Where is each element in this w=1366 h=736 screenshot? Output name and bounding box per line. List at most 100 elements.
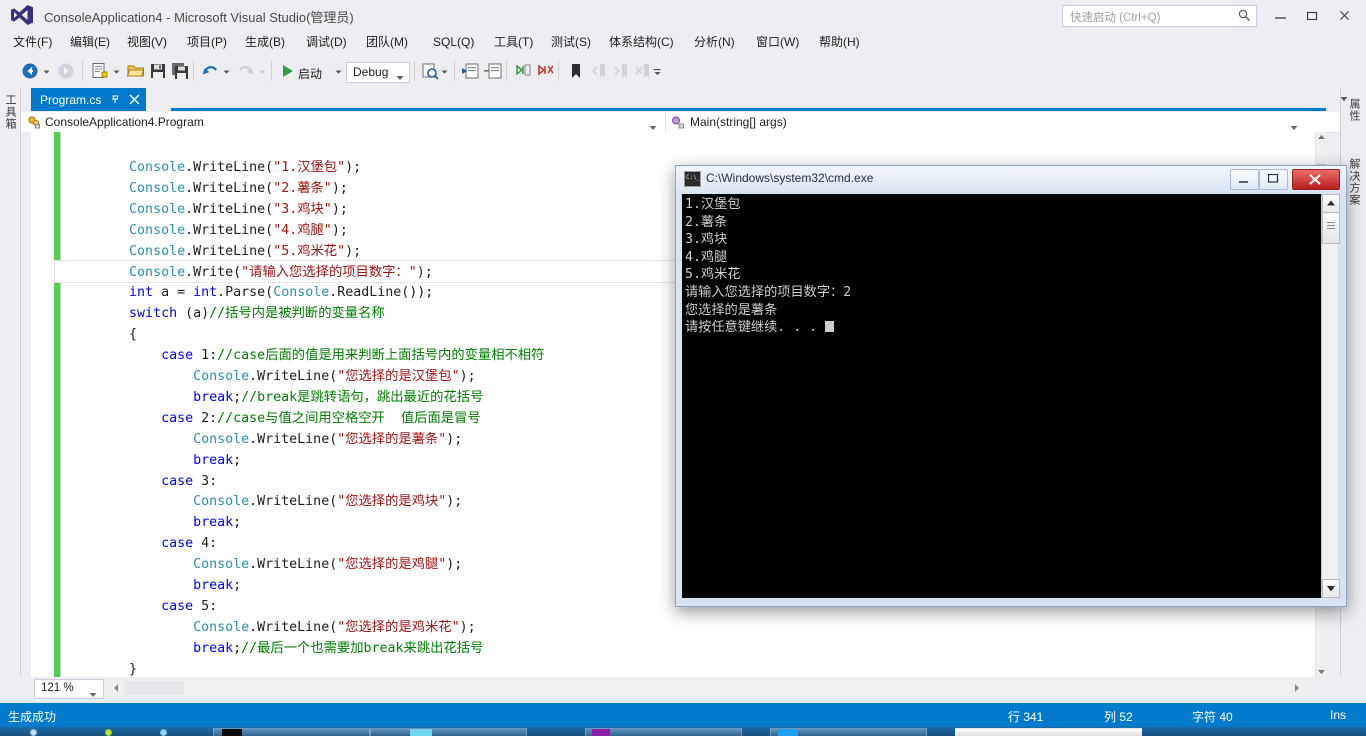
new-project-icon[interactable] (90, 61, 110, 81)
code-line[interactable]: Console.WriteLine("3.鸡块"); (65, 200, 348, 221)
code-line[interactable]: Console.WriteLine("您选择的是鸡米花"); (65, 618, 476, 639)
menu-item-build[interactable]: 生成(B) (240, 33, 290, 51)
open-file-icon[interactable] (126, 61, 146, 81)
undo-icon[interactable] (200, 61, 220, 81)
taskbar-pinned-icon-1[interactable] (105, 729, 112, 736)
code-line[interactable]: case 5: (65, 597, 217, 618)
menu-item-sql[interactable]: SQL(Q) (428, 33, 479, 51)
scroll-up-icon[interactable] (1322, 194, 1340, 213)
pin-icon[interactable] (110, 94, 121, 105)
code-line[interactable]: Console.WriteLine("1.汉堡包"); (65, 158, 361, 179)
code-line[interactable]: break;//最后一个也需要加break来跳出花括号 (65, 639, 483, 660)
menu-item-file[interactable]: 文件(F) (8, 33, 57, 51)
window-close-button[interactable] (1330, 4, 1358, 26)
menu-item-tools[interactable]: 工具(T) (489, 33, 538, 51)
toolbox-tab[interactable]: 工具箱 (2, 94, 18, 130)
code-line[interactable]: } (65, 660, 137, 677)
code-line[interactable]: int a = int.Parse(Console.ReadLine()); (65, 283, 433, 304)
document-tab-program-cs[interactable]: Program.cs (31, 88, 147, 111)
close-icon[interactable] (129, 94, 140, 105)
undo-dropdown-icon[interactable] (222, 67, 231, 76)
start-play-icon[interactable] (277, 61, 297, 81)
code-line[interactable]: Console.WriteLine("您选择的是薯条"); (65, 430, 462, 451)
solution-configuration-select[interactable]: Debug (346, 62, 410, 83)
scroll-right-icon[interactable] (1290, 680, 1304, 696)
menu-item-edit[interactable]: 编辑(E) (65, 33, 115, 51)
scroll-left-icon[interactable] (109, 680, 123, 696)
zoom-level-select[interactable]: 121 % (34, 679, 104, 699)
menu-item-help[interactable]: 帮助(H) (814, 33, 865, 51)
cmd-close-button[interactable] (1292, 169, 1340, 190)
menu-item-view[interactable]: 视图(V) (122, 33, 172, 51)
code-line[interactable]: Console.WriteLine("您选择的是汉堡包"); (65, 367, 476, 388)
code-line[interactable]: Console.WriteLine("您选择的是鸡腿"); (65, 555, 462, 576)
chevron-down-icon[interactable] (396, 70, 404, 84)
code-line[interactable]: Console.WriteLine("2.薯条"); (65, 179, 348, 200)
document-tab-label: Program.cs (40, 92, 102, 107)
horizontal-scroll-thumb[interactable] (124, 681, 184, 695)
code-line[interactable]: case 4: (65, 534, 217, 555)
tab-scroll-icon[interactable] (1339, 93, 1349, 107)
code-line[interactable]: Console.Write("请输入您选择的项目数字："); (65, 263, 433, 284)
scroll-down-icon[interactable] (1322, 579, 1340, 598)
menu-item-window[interactable]: 窗口(W) (751, 33, 804, 51)
indent-icon[interactable] (513, 61, 533, 81)
code-line[interactable]: break;//break是跳转语句，跳出最近的花括号 (65, 388, 483, 409)
comment-selection-icon[interactable] (461, 61, 481, 81)
code-line[interactable]: break; (65, 576, 241, 597)
cmd-minimize-button[interactable] (1230, 169, 1259, 190)
taskbar-item-5[interactable] (955, 728, 1142, 736)
menu-item-debug[interactable]: 调试(D) (301, 33, 352, 51)
code-line[interactable]: break; (65, 451, 241, 472)
search-icon[interactable] (1238, 9, 1251, 22)
windows-start-icon[interactable] (30, 729, 37, 736)
navigate-back-icon[interactable] (20, 61, 40, 81)
start-button-label[interactable]: 启动 (298, 65, 322, 82)
save-all-icon[interactable] (170, 61, 190, 81)
start-dropdown-icon[interactable] (334, 67, 343, 76)
code-line[interactable]: switch (a)//括号内是被判断的变量名称 (65, 304, 385, 325)
menu-item-team[interactable]: 团队(M) (361, 33, 413, 51)
menu-item-architecture[interactable]: 体系结构(C) (604, 33, 679, 51)
code-line[interactable]: Console.WriteLine("4.鸡腿"); (65, 221, 348, 242)
type-dropdown[interactable]: ConsoleApplication4.Program (21, 112, 666, 132)
taskbar-item-2[interactable] (370, 728, 527, 736)
scroll-up-icon[interactable] (1316, 132, 1326, 143)
code-line[interactable]: { (65, 325, 137, 346)
bookmark-icon[interactable] (566, 61, 586, 81)
build-status-text: 生成成功 (8, 710, 57, 724)
navigate-back-dropdown-icon[interactable] (42, 67, 51, 76)
toolbar-overflow-icon[interactable] (653, 67, 662, 76)
scroll-down-icon[interactable] (1316, 666, 1326, 677)
window-minimize-button[interactable] (1266, 4, 1294, 26)
editor-horizontal-scrollbar[interactable] (109, 680, 1304, 696)
chevron-down-icon[interactable] (89, 687, 97, 701)
menu-item-analyze[interactable]: 分析(N) (689, 33, 740, 51)
window-maximize-button[interactable] (1298, 4, 1326, 26)
outdent-icon[interactable] (535, 61, 555, 81)
code-line[interactable]: case 2://case与值之间用空格空开 值后面是冒号 (65, 409, 481, 430)
cmd-scroll-thumb[interactable] (1322, 212, 1340, 244)
cmd-console-body[interactable]: 1.汉堡包 2.薯条 3.鸡块 4.鸡腿 5.鸡米花 请输入您选择的项目数字：2… (682, 194, 1340, 598)
cmd-console-window[interactable]: C:\_ C:\Windows\system32\cmd.exe 1.汉堡包 2… (675, 165, 1347, 607)
new-project-dropdown-icon[interactable] (112, 67, 121, 76)
uncomment-selection-icon[interactable] (483, 61, 503, 81)
zoom-level-value: 121 % (41, 682, 74, 694)
code-line[interactable]: case 3: (65, 472, 217, 493)
menu-item-project[interactable]: 项目(P) (182, 33, 232, 51)
editor-indicator-margin (21, 132, 31, 677)
find-in-files-icon[interactable] (420, 61, 440, 81)
code-line[interactable]: Console.WriteLine("5.鸡米花"); (65, 242, 361, 263)
cmd-vertical-scrollbar[interactable] (1321, 194, 1340, 598)
code-line[interactable]: case 1://case后面的值是用来判断上面括号内的变量相不相符 (65, 346, 544, 367)
taskbar-pinned-icon-2[interactable] (160, 729, 167, 736)
code-line[interactable]: break; (65, 513, 241, 534)
member-dropdown[interactable]: Main(string[] args) (666, 112, 1306, 132)
find-dropdown-icon[interactable] (440, 67, 449, 76)
save-icon[interactable] (148, 61, 168, 81)
quick-launch-input[interactable]: 快速启动 (Ctrl+Q) (1062, 5, 1257, 27)
code-line[interactable]: Console.WriteLine("您选择的是鸡块"); (65, 492, 462, 513)
solution-explorer-tab[interactable]: 解决方案 (1346, 158, 1362, 206)
menu-item-test[interactable]: 测试(S) (546, 33, 596, 51)
cmd-maximize-button[interactable] (1259, 169, 1288, 190)
